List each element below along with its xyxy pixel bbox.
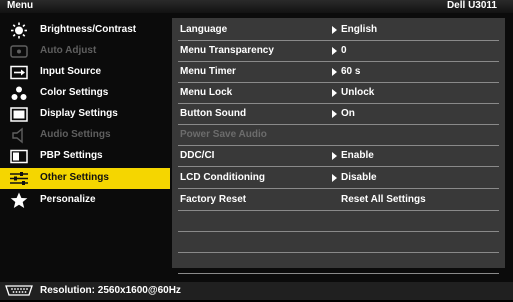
arrow-right-icon (332, 110, 337, 118)
sidebar-item-color-settings[interactable]: Color Settings (0, 83, 170, 104)
setting-row-factory-reset[interactable]: Factory Reset Reset All Settings (172, 190, 505, 211)
setting-value: English (341, 24, 378, 35)
setting-row-button-sound[interactable]: Button Sound On (172, 104, 505, 125)
setting-name: DDC/CI (180, 150, 215, 161)
arrow-right-icon (332, 68, 337, 76)
setting-name: Language (180, 24, 228, 35)
setting-name: Menu Lock (180, 87, 233, 98)
sidebar-item-label: Audio Settings (40, 129, 111, 140)
brightness-icon (8, 22, 30, 39)
setting-value: Reset All Settings (341, 194, 426, 205)
sidebar-item-label: Personalize (40, 194, 96, 205)
title-bar: Menu Dell U3011 (0, 0, 513, 13)
sidebar-item-auto-adjust[interactable]: Auto Adjust (0, 41, 170, 62)
sidebar-item-personalize[interactable]: Personalize (0, 190, 170, 211)
setting-name: Button Sound (180, 108, 247, 119)
sidebar-item-label: Brightness/Contrast (40, 24, 137, 35)
arrow-right-icon (332, 152, 337, 160)
setting-name: Menu Transparency (180, 45, 274, 56)
menu-title: Menu (7, 0, 34, 11)
setting-value: 0 (341, 45, 347, 56)
arrow-right-icon (332, 26, 337, 34)
osd-menu: Menu Dell U3011 Brightness/Contrast Auto… (0, 0, 513, 300)
setting-value: On (341, 108, 355, 119)
sidebar-item-brightness-contrast[interactable]: Brightness/Contrast (0, 20, 170, 41)
setting-row-ddc-ci[interactable]: DDC/CI Enable (172, 146, 505, 167)
setting-row-menu-transparency[interactable]: Menu Transparency 0 (172, 41, 505, 62)
status-bar: Resolution: 2560x1600@60Hz (0, 282, 513, 300)
setting-row-power-save-audio: Power Save Audio (172, 125, 505, 146)
setting-name: LCD Conditioning (180, 172, 265, 183)
sidebar-item-other-settings[interactable]: Other Settings (0, 168, 170, 189)
resolution-readout: Resolution: 2560x1600@60Hz (40, 285, 181, 296)
setting-row-language[interactable]: Language English (172, 20, 505, 41)
input-connector-icon (4, 284, 34, 302)
setting-row-lcd-conditioning[interactable]: LCD Conditioning Disable (172, 168, 505, 189)
setting-value: 60 s (341, 66, 361, 77)
sidebar-item-label: Other Settings (40, 172, 109, 183)
setting-row-empty (172, 232, 505, 253)
sidebar-item-audio-settings[interactable]: Audio Settings (0, 125, 170, 146)
sidebar-item-label: Auto Adjust (40, 45, 97, 56)
sidebar-item-input-source[interactable]: Input Source (0, 62, 170, 83)
row-divider (178, 273, 499, 274)
arrow-right-icon (332, 174, 337, 182)
sidebar-item-pbp-settings[interactable]: PBP Settings (0, 146, 170, 167)
pbp-icon (8, 148, 30, 165)
color-settings-icon (8, 85, 30, 102)
sidebar-item-label: Color Settings (40, 87, 109, 98)
sidebar-item-label: Display Settings (40, 108, 118, 119)
sidebar-menu: Brightness/Contrast Auto Adjust Input So… (0, 18, 170, 268)
setting-name: Menu Timer (180, 66, 236, 77)
star-icon (8, 192, 30, 209)
setting-value: Unlock (341, 87, 375, 98)
sidebar-item-label: PBP Settings (40, 150, 103, 161)
monitor-model: Dell U3011 (446, 0, 497, 11)
setting-value: Disable (341, 172, 377, 183)
sidebar-item-label: Input Source (40, 66, 102, 77)
sidebar-item-display-settings[interactable]: Display Settings (0, 104, 170, 125)
settings-panel: Language English Menu Transparency 0 Men… (172, 18, 505, 274)
input-source-icon (8, 64, 30, 81)
row-divider (178, 188, 499, 189)
arrow-right-icon (332, 89, 337, 97)
auto-adjust-icon (8, 43, 30, 60)
setting-value: Enable (341, 150, 374, 161)
setting-row-empty (172, 253, 505, 274)
row-divider (178, 166, 499, 167)
setting-name: Power Save Audio (180, 129, 267, 140)
display-settings-icon (8, 106, 30, 123)
arrow-right-icon (332, 47, 337, 55)
setting-row-menu-lock[interactable]: Menu Lock Unlock (172, 83, 505, 104)
setting-name: Factory Reset (180, 194, 247, 205)
setting-row-menu-timer[interactable]: Menu Timer 60 s (172, 62, 505, 83)
setting-row-empty (172, 211, 505, 232)
sliders-icon (8, 170, 30, 187)
speaker-icon (8, 127, 30, 144)
